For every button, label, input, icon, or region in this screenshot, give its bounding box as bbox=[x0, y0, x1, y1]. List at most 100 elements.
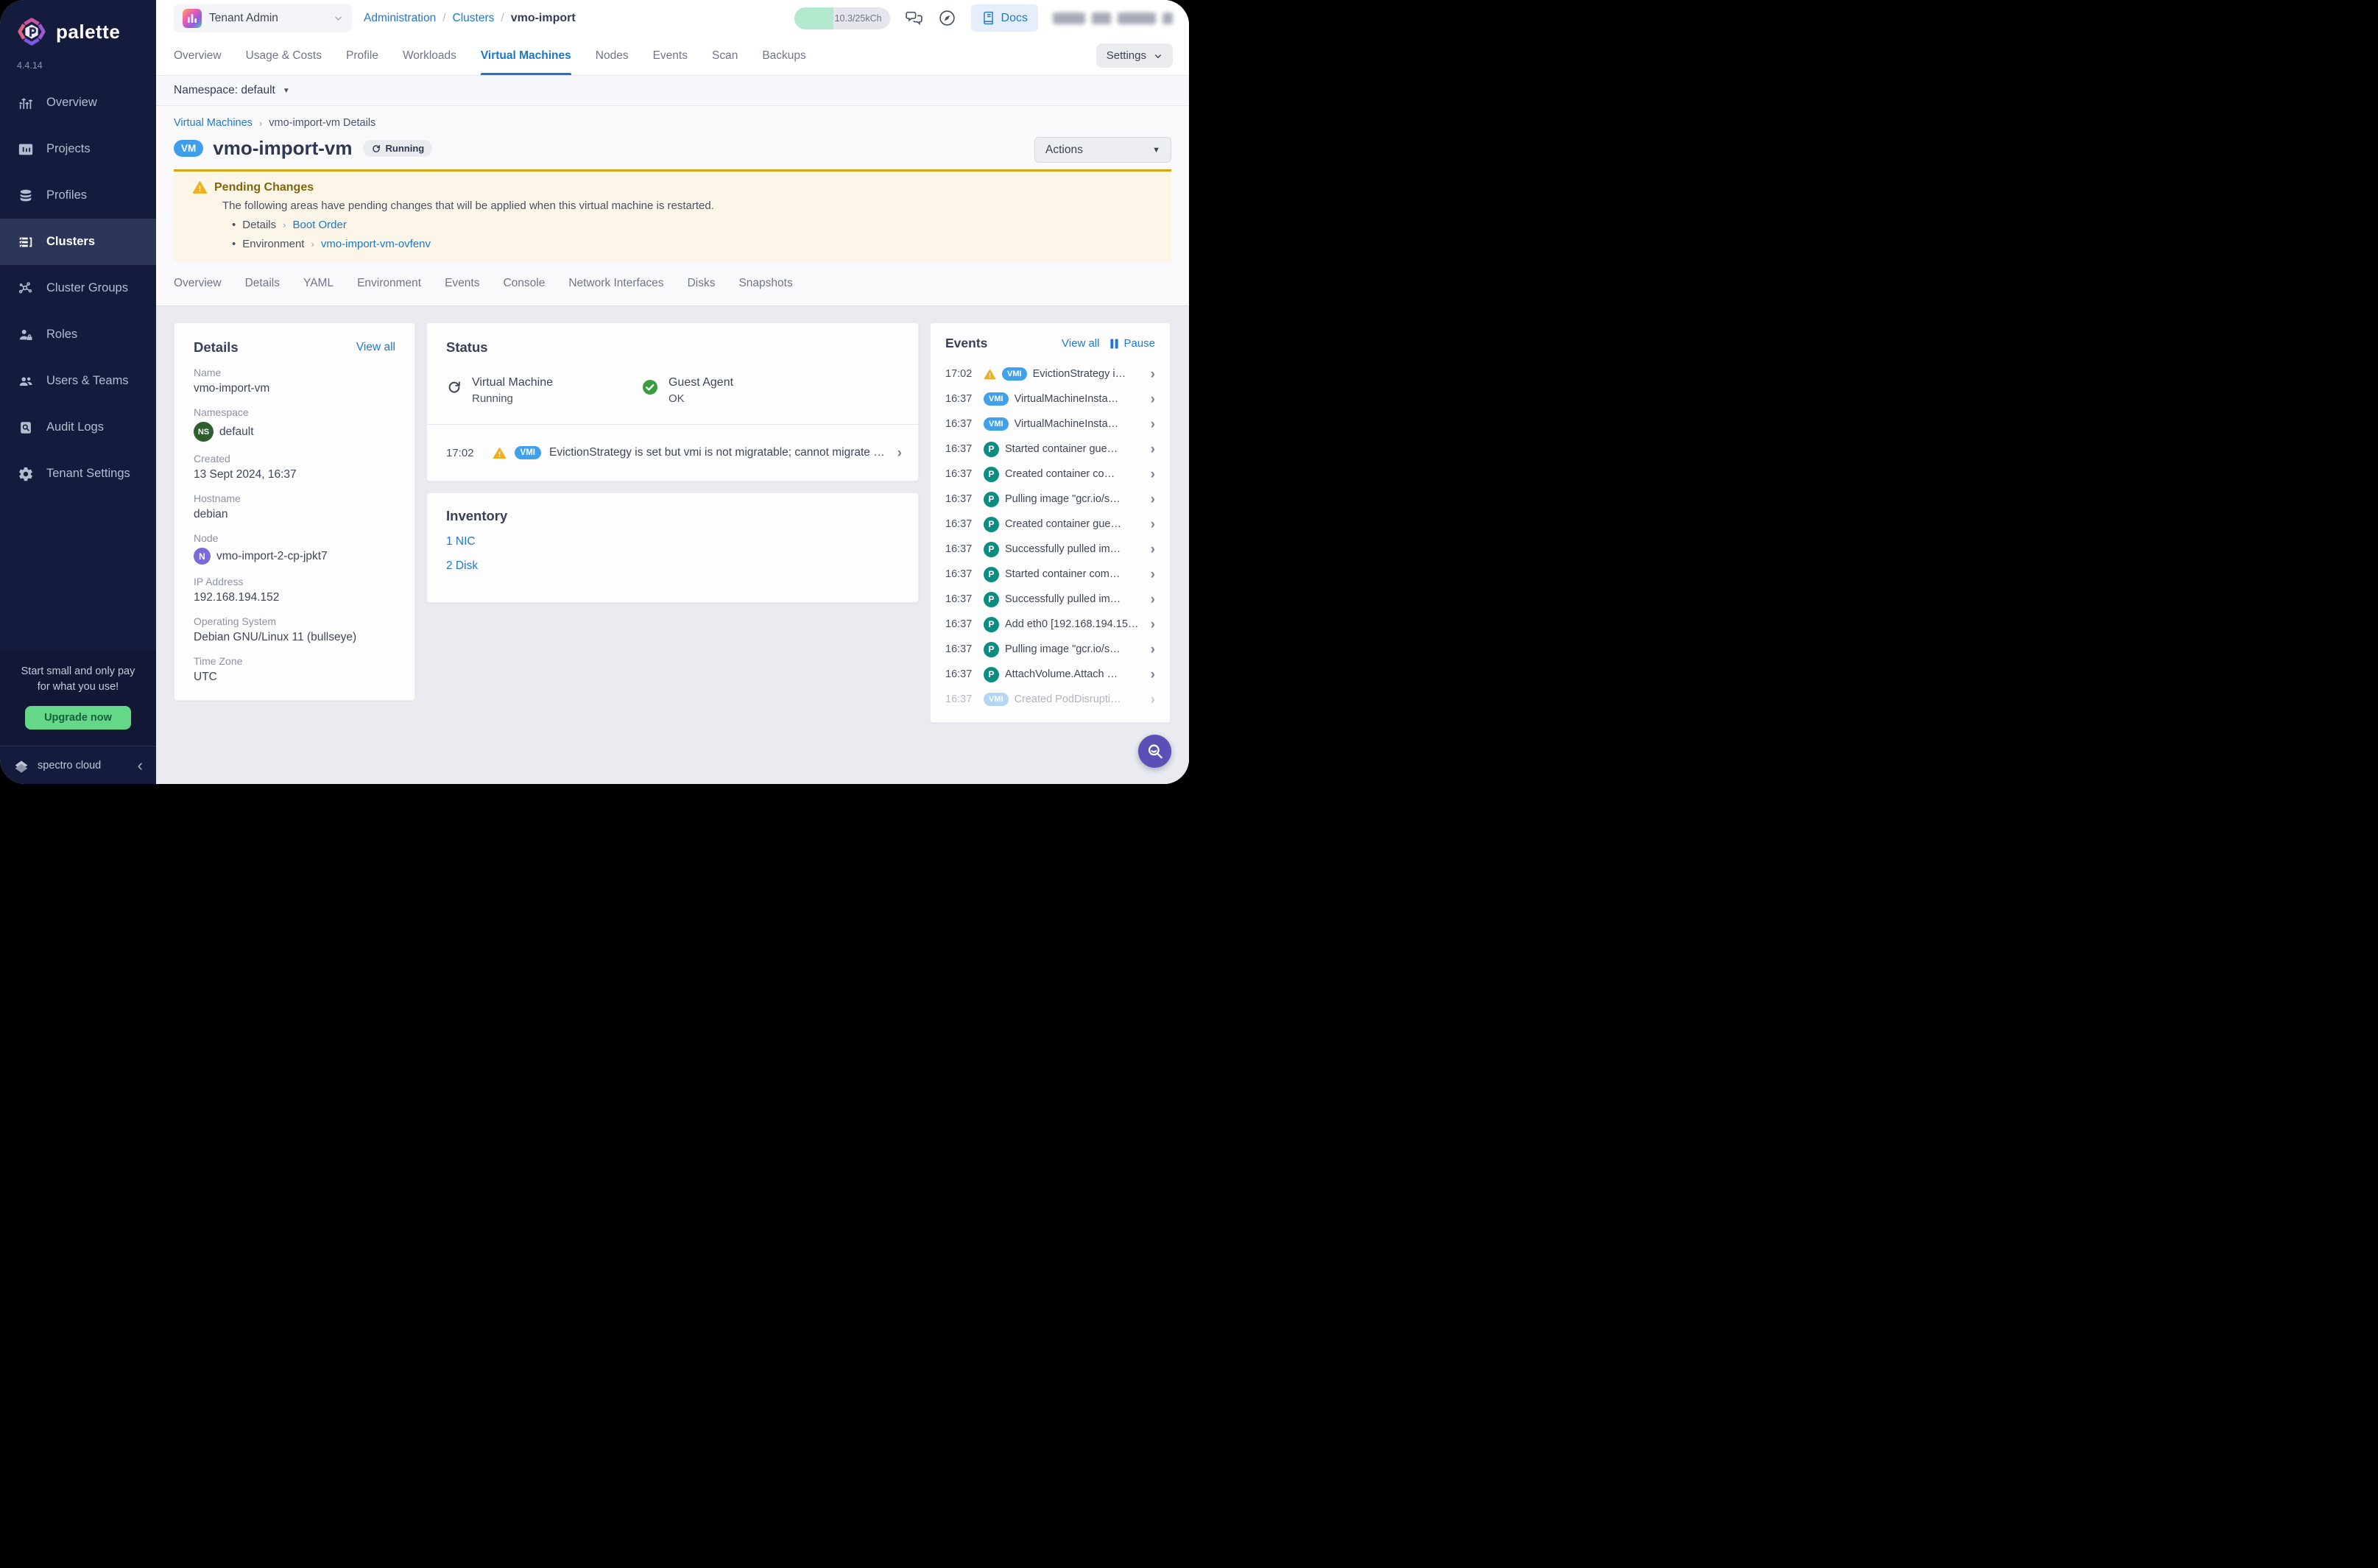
pending-changes-list: • Details › Boot Order • Environment › v… bbox=[232, 219, 1154, 250]
event-time: 16:37 bbox=[945, 493, 978, 505]
explore-button[interactable] bbox=[938, 9, 956, 27]
docs-button[interactable]: Docs bbox=[971, 4, 1038, 32]
details-card: Details View all Name vmo-import-vm Name… bbox=[174, 322, 415, 701]
tab-overview[interactable]: Overview bbox=[174, 36, 222, 75]
sidebar-item-cluster-groups[interactable]: Cluster Groups bbox=[0, 265, 156, 311]
usage-meter-value: 10.3/25kCh bbox=[835, 7, 882, 29]
sidebar-item-overview[interactable]: Overview bbox=[0, 80, 156, 126]
sidebar-item-audit-logs[interactable]: Audit Logs bbox=[0, 404, 156, 451]
tab-nodes[interactable]: Nodes bbox=[596, 36, 629, 75]
sidebar-item-clusters[interactable]: Clusters bbox=[0, 219, 156, 265]
event-row[interactable]: 17:02 VMI EvictionStrategy i… › bbox=[945, 361, 1155, 386]
redacted-account-info bbox=[1053, 13, 1173, 24]
sidebar-item-users-teams[interactable]: Users & Teams bbox=[0, 358, 156, 404]
pod-badge: P bbox=[984, 592, 999, 607]
event-text: AttachVolume.Attach … bbox=[1005, 668, 1145, 680]
tab-profile[interactable]: Profile bbox=[346, 36, 378, 75]
top-bar: Tenant Admin Administration / Clusters /… bbox=[156, 0, 1189, 36]
events-pause-button[interactable]: Pause bbox=[1109, 337, 1155, 350]
event-row[interactable]: 16:37 P Started container gue… › bbox=[945, 437, 1155, 462]
event-row[interactable]: 16:37 P Created container co… › bbox=[945, 462, 1155, 487]
subtab-disks[interactable]: Disks bbox=[688, 277, 716, 290]
event-text: Add eth0 [192.168.194.15… bbox=[1005, 618, 1145, 630]
breadcrumb-administration[interactable]: Administration bbox=[364, 12, 436, 25]
event-row[interactable]: 16:37 P Pulling image "gcr.io/s… › bbox=[945, 637, 1155, 662]
upgrade-now-button[interactable]: Upgrade now bbox=[25, 706, 131, 730]
event-row[interactable]: 16:37 P Add eth0 [192.168.194.15… › bbox=[945, 612, 1155, 637]
event-time: 17:02 bbox=[446, 447, 474, 459]
breadcrumb-clusters[interactable]: Clusters bbox=[453, 12, 495, 25]
chevron-right-icon[interactable]: › bbox=[897, 446, 902, 460]
namespace-select[interactable]: Namespace: default bbox=[174, 84, 275, 97]
event-row[interactable]: 16:37 VMI VirtualMachineInsta… › bbox=[945, 412, 1155, 437]
sidebar-item-tenant-settings[interactable]: Tenant Settings bbox=[0, 451, 156, 497]
event-row[interactable]: 16:37 P Started container com… › bbox=[945, 562, 1155, 587]
chat-button[interactable] bbox=[905, 9, 923, 27]
event-time: 16:37 bbox=[945, 593, 978, 605]
disk-link[interactable]: 2 Disk bbox=[446, 559, 899, 573]
subtab-console[interactable]: Console bbox=[503, 277, 545, 290]
pending-link-boot-order[interactable]: Boot Order bbox=[292, 219, 346, 231]
chevron-right-icon: › bbox=[311, 239, 314, 250]
nic-link[interactable]: 1 NIC bbox=[446, 535, 899, 548]
event-time: 16:37 bbox=[945, 568, 978, 580]
subtab-network-interfaces[interactable]: Network Interfaces bbox=[568, 277, 663, 290]
event-row[interactable]: 16:37 P Pulling image "gcr.io/s… › bbox=[945, 487, 1155, 512]
vm-kind-badge: VM bbox=[174, 140, 203, 157]
usage-meter-fill bbox=[794, 7, 833, 29]
cluster-tabs-bar: Overview Usage & Costs Profile Workloads… bbox=[156, 36, 1189, 76]
tab-usage-costs[interactable]: Usage & Costs bbox=[246, 36, 322, 75]
docs-label: Docs bbox=[1001, 12, 1028, 25]
subtab-overview[interactable]: Overview bbox=[174, 277, 222, 290]
status-label: Virtual Machine bbox=[472, 376, 553, 389]
event-time: 17:02 bbox=[945, 368, 978, 380]
node-badge: N bbox=[194, 548, 211, 565]
subtab-details[interactable]: Details bbox=[245, 277, 280, 290]
tab-events[interactable]: Events bbox=[653, 36, 688, 75]
tab-virtual-machines[interactable]: Virtual Machines bbox=[481, 36, 571, 75]
collapse-sidebar-icon[interactable]: ‹ bbox=[138, 757, 143, 774]
events-view-all-link[interactable]: View all bbox=[1062, 337, 1099, 350]
chevron-right-icon: › bbox=[1151, 543, 1155, 557]
event-row[interactable]: 16:37 P Successfully pulled im… › bbox=[945, 587, 1155, 612]
settings-button[interactable]: Settings bbox=[1096, 43, 1173, 68]
subtab-events[interactable]: Events bbox=[445, 277, 479, 290]
pod-badge: P bbox=[984, 667, 999, 682]
refresh-icon bbox=[371, 144, 381, 154]
detail-field-timezone: Time Zone UTC bbox=[194, 655, 395, 684]
events-list: 17:02 VMI EvictionStrategy i… › 16:37 VM… bbox=[945, 361, 1155, 712]
details-view-all-link[interactable]: View all bbox=[356, 341, 395, 354]
vm-breadcrumb-current: vmo-import-vm Details bbox=[269, 117, 375, 129]
detail-field-created: Created 13 Sept 2024, 16:37 bbox=[194, 453, 395, 481]
vm-breadcrumb-link[interactable]: Virtual Machines bbox=[174, 117, 253, 129]
actions-dropdown[interactable]: Actions ▼ bbox=[1034, 137, 1171, 163]
sidebar-item-profiles[interactable]: Profiles bbox=[0, 172, 156, 219]
tab-workloads[interactable]: Workloads bbox=[403, 36, 456, 75]
sidebar-item-projects[interactable]: Projects bbox=[0, 126, 156, 172]
event-row[interactable]: 16:37 P Successfully pulled im… › bbox=[945, 537, 1155, 562]
vmi-badge: VMI bbox=[984, 392, 1009, 406]
event-row[interactable]: 16:37 VMI Created PodDisrupti… › bbox=[945, 687, 1155, 712]
status-event-row[interactable]: 17:02 VMI EvictionStrategy is set but vm… bbox=[427, 425, 918, 481]
tab-scan[interactable]: Scan bbox=[712, 36, 738, 75]
event-row[interactable]: 16:37 P Created container gue… › bbox=[945, 512, 1155, 537]
pending-link-ovfenv[interactable]: vmo-import-vm-ovfenv bbox=[321, 238, 431, 250]
event-row[interactable]: 16:37 VMI VirtualMachineInsta… › bbox=[945, 386, 1155, 412]
subtab-environment[interactable]: Environment bbox=[357, 277, 421, 290]
tenant-scope-select[interactable]: Tenant Admin bbox=[174, 4, 352, 32]
tab-backups[interactable]: Backups bbox=[762, 36, 805, 75]
breadcrumb-current: vmo-import bbox=[511, 12, 576, 25]
pod-badge: P bbox=[984, 617, 999, 632]
cluster-groups-icon bbox=[18, 280, 34, 297]
event-text: Pulling image "gcr.io/s… bbox=[1005, 493, 1145, 505]
sidebar-item-roles[interactable]: Roles bbox=[0, 311, 156, 358]
pending-changes-description: The following areas have pending changes… bbox=[222, 199, 1154, 212]
status-value: Running bbox=[472, 392, 553, 405]
search-fab-button[interactable] bbox=[1138, 735, 1171, 768]
subtab-yaml[interactable]: YAML bbox=[303, 277, 334, 290]
event-row[interactable]: 16:37 P AttachVolume.Attach … › bbox=[945, 662, 1155, 687]
subtab-snapshots[interactable]: Snapshots bbox=[738, 277, 792, 290]
sidebar-item-label: Audit Logs bbox=[46, 420, 104, 434]
event-text: Created container co… bbox=[1005, 468, 1145, 480]
pod-badge: P bbox=[984, 442, 999, 457]
